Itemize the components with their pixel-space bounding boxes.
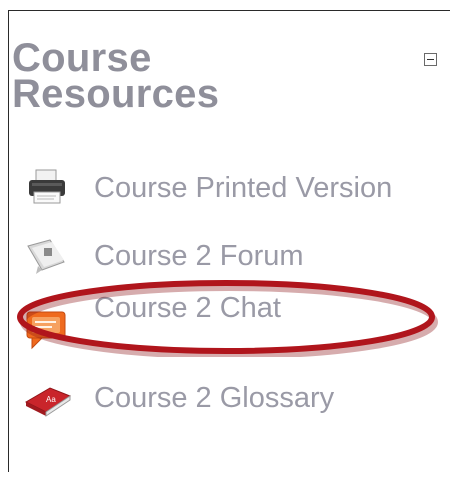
svg-text:Aa: Aa bbox=[46, 395, 56, 404]
resource-link-glossary[interactable]: Course 2 Glossary bbox=[94, 382, 334, 415]
resource-link-printed-version[interactable]: Course Printed Version bbox=[94, 172, 392, 205]
block-title-line-2: Resources bbox=[12, 72, 220, 116]
resource-link-forum[interactable]: Course 2 Forum bbox=[94, 240, 304, 273]
highlight-ellipse bbox=[17, 280, 438, 357]
block-title: Course Resources bbox=[12, 38, 219, 114]
printer-icon bbox=[24, 168, 74, 208]
collapse-toggle-icon[interactable] bbox=[424, 53, 437, 66]
forum-icon bbox=[24, 236, 74, 276]
glossary-icon: Aa bbox=[24, 378, 74, 418]
